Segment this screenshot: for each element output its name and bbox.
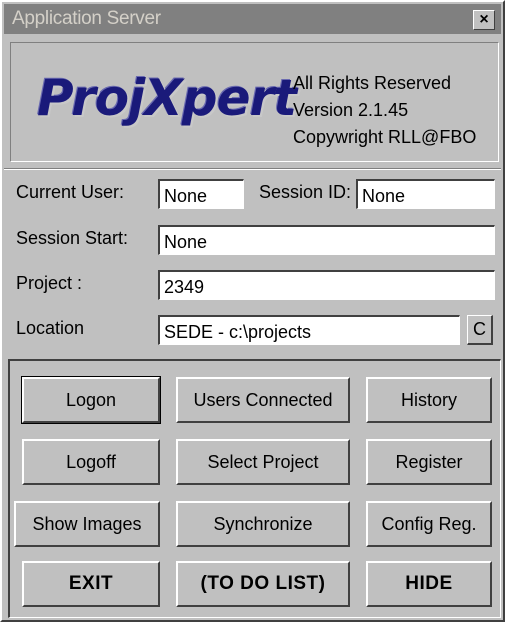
session-id-label: Session ID: [259, 182, 352, 202]
rights-text: All Rights Reserved [293, 73, 452, 93]
session-start-field[interactable]: None [158, 225, 495, 255]
synchronize-button[interactable]: Synchronize [176, 501, 350, 547]
close-icon: × [479, 11, 489, 28]
action-button-panel: Logon Users Connected History Logoff Sel… [8, 359, 501, 618]
users-connected-button[interactable]: Users Connected [176, 377, 350, 423]
location-label: Location [16, 318, 85, 338]
close-button[interactable]: × [473, 10, 495, 30]
projxpert-logo: ProjXpert [37, 69, 297, 127]
divider [4, 168, 501, 170]
location-browse-button[interactable]: C [467, 315, 493, 345]
application-server-window: Application Server × ProjXpert All Right… [0, 0, 505, 622]
session-start-label: Session Start: [16, 228, 129, 248]
window-title: Application Server [12, 8, 161, 29]
exit-button[interactable]: EXIT [22, 561, 160, 607]
logon-button[interactable]: Logon [21, 376, 161, 424]
current-user-label: Current User: [16, 182, 125, 202]
register-button[interactable]: Register [366, 439, 492, 485]
current-user-field[interactable]: None [158, 179, 244, 209]
location-field[interactable]: SEDE - c:\projects [158, 315, 460, 345]
config-reg-button[interactable]: Config Reg. [366, 501, 492, 547]
project-label: Project : [16, 273, 83, 293]
todo-list-button[interactable]: (TO DO LIST) [176, 561, 350, 607]
show-images-button[interactable]: Show Images [14, 501, 160, 547]
session-id-field[interactable]: None [356, 179, 495, 209]
copyright-text: Copywright RLL@FBO [293, 127, 477, 147]
project-field[interactable]: 2349 [158, 270, 495, 300]
version-text: Version 2.1.45 [293, 100, 409, 120]
history-button[interactable]: History [366, 377, 492, 423]
about-panel: ProjXpert All Rights Reserved Version 2.… [10, 42, 499, 162]
hide-button[interactable]: HIDE [366, 561, 492, 607]
logoff-button[interactable]: Logoff [22, 439, 160, 485]
select-project-button[interactable]: Select Project [176, 439, 350, 485]
title-bar[interactable]: Application Server × [4, 4, 501, 34]
